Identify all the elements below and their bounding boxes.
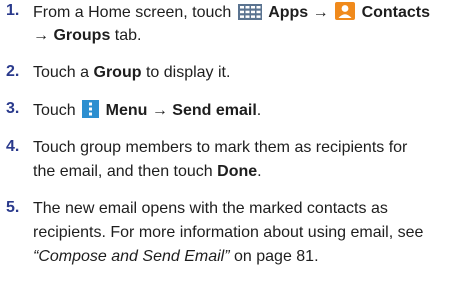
step-4: 4. Touch group members to mark them as r…: [6, 138, 468, 184]
step-text: tab.: [114, 27, 142, 44]
step-text-line: The new email opens with the marked cont…: [33, 200, 388, 217]
step-number: 1.: [6, 2, 20, 19]
step-text: Touch: [33, 102, 76, 119]
step-text: the email, and then touch: [33, 163, 213, 180]
step-1: 1. From a Home screen, touch Apps → Cont…: [6, 2, 468, 48]
step-number: 3.: [6, 100, 20, 117]
step-text: Touch a: [33, 64, 90, 81]
contacts-label: Contacts: [361, 4, 431, 21]
step-text: .: [256, 102, 262, 119]
apps-grid-icon: [237, 4, 262, 26]
send-email-label: Send email: [172, 102, 257, 119]
menu-label: Menu: [105, 102, 148, 119]
step-number: 2.: [6, 63, 20, 80]
arrow-icon: →: [312, 4, 329, 21]
step-text-line: Touch a Group to display it.: [33, 63, 230, 83]
menu-dots-icon: [82, 100, 100, 124]
step-text-line: recipients. For more information about u…: [33, 224, 424, 241]
step-number: 5.: [6, 199, 20, 216]
step-text: on page 81.: [234, 248, 319, 265]
step-text-line: the email, and then touch Done.: [33, 162, 262, 182]
step-text: .: [257, 163, 262, 180]
step-text: From a Home screen, touch: [33, 4, 232, 21]
contacts-person-icon: [335, 2, 356, 26]
step-text-line: Touch Menu → Send email.: [33, 100, 261, 124]
step-text-line: Touch group members to mark them as reci…: [33, 139, 408, 156]
step-text-line: → Groups tab.: [33, 26, 141, 46]
cross-reference-link[interactable]: “Compose and Send Email”: [33, 248, 230, 265]
step-5: 5. The new email opens with the marked c…: [6, 199, 468, 269]
arrow-icon: →: [151, 102, 168, 119]
apps-label: Apps: [268, 4, 309, 21]
arrow-icon: →: [33, 27, 49, 44]
step-text: to display it.: [145, 64, 231, 81]
groups-label: Groups: [53, 27, 111, 44]
step-2: 2. Touch a Group to display it.: [6, 63, 468, 85]
group-label: Group: [93, 64, 142, 81]
step-text-line: “Compose and Send Email” on page 81.: [33, 247, 319, 267]
done-label: Done: [217, 163, 258, 180]
step-number: 4.: [6, 138, 20, 155]
instruction-page: 1. From a Home screen, touch Apps → Cont…: [0, 0, 474, 299]
step-text-line: From a Home screen, touch Apps → Contact…: [33, 2, 430, 26]
step-3: 3. Touch Menu → Send email.: [6, 100, 468, 122]
